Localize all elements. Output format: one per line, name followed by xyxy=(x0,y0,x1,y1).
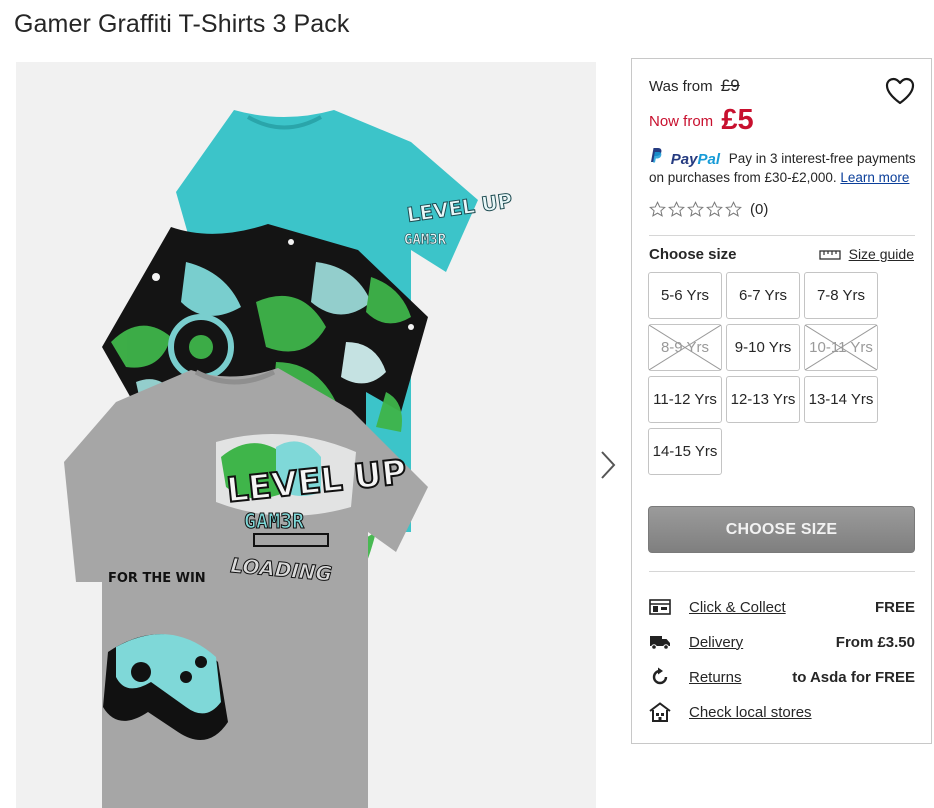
choose-size-button[interactable]: CHOOSE SIZE xyxy=(648,506,915,553)
divider xyxy=(649,571,915,572)
grey-shirt xyxy=(64,368,428,808)
size-option[interactable]: 10-11 Yrs xyxy=(804,324,878,371)
choose-size-label: Choose size xyxy=(649,246,737,263)
click-collect-value: FREE xyxy=(874,598,915,616)
size-option-label: 14-15 Yrs xyxy=(652,443,718,460)
was-price-row: Was from £9 xyxy=(649,76,740,96)
star-empty-icon xyxy=(725,201,742,217)
divider xyxy=(649,235,915,236)
size-guide-link[interactable]: Size guide xyxy=(818,246,914,262)
delivery-link[interactable]: Delivery xyxy=(689,634,836,651)
truck-icon xyxy=(649,632,671,652)
size-options: 5-6 Yrs 6-7 Yrs 7-8 Yrs 8-9 Yrs 9-10 Yrs 10-1… xyxy=(648,272,882,475)
returns-value: to Asda for FREE xyxy=(792,668,915,686)
size-option[interactable]: 14-15 Yrs xyxy=(648,428,722,475)
now-price-row: Now from £5 xyxy=(649,101,754,136)
size-option[interactable]: 12-13 Yrs xyxy=(726,376,800,423)
teal-print-sub: GAM3R xyxy=(404,232,447,248)
service-returns: Returns to Asda for FREE xyxy=(649,666,915,688)
now-label: Now from xyxy=(649,113,714,130)
product-image[interactable]: LEVEL UP GAM3R LEVEL UP GAM3R LOADING FO… xyxy=(16,62,596,808)
returns-link[interactable]: Returns xyxy=(689,669,792,686)
paypal-message: Pay Pal Pay in 3 interest-free payments o… xyxy=(649,147,924,187)
size-option-label: 6-7 Yrs xyxy=(738,287,788,304)
size-option-label: 13-14 Yrs xyxy=(808,391,874,408)
store-icon xyxy=(649,597,671,617)
size-option[interactable]: 8-9 Yrs xyxy=(648,324,722,371)
was-label: Was from xyxy=(649,78,713,95)
rating-count: (0) xyxy=(750,201,769,218)
size-option[interactable]: 6-7 Yrs xyxy=(726,272,800,319)
heart-icon xyxy=(885,77,915,105)
size-option[interactable]: 5-6 Yrs xyxy=(648,272,722,319)
size-option-label: 9-10 Yrs xyxy=(734,339,792,356)
paypal-icon xyxy=(651,148,662,163)
grey-print-side: FOR THE WIN xyxy=(108,571,206,586)
ruler-icon xyxy=(818,250,841,260)
local-store-icon xyxy=(649,702,671,722)
service-click-collect: Click & Collect FREE xyxy=(649,596,915,618)
delivery-value: From £3.50 xyxy=(835,633,915,651)
service-local-stores: Check local stores xyxy=(649,701,915,723)
star-empty-icon xyxy=(687,201,704,217)
page-title: Gamer Graffiti T-Shirts 3 Pack xyxy=(14,10,350,38)
service-delivery: Delivery From £3.50 xyxy=(649,631,915,653)
size-option-label: 11-12 Yrs xyxy=(653,391,717,408)
size-option-label: 7-8 Yrs xyxy=(816,287,866,304)
returns-icon xyxy=(649,667,671,687)
chevron-right-icon xyxy=(601,451,616,479)
now-price: £5 xyxy=(721,104,754,136)
size-option[interactable]: 11-12 Yrs xyxy=(648,376,722,423)
product-photo: LEVEL UP GAM3R LEVEL UP GAM3R LOADING FO… xyxy=(64,110,514,808)
next-image-arrow[interactable] xyxy=(596,448,620,482)
unavailable-cross-icon xyxy=(805,325,877,370)
rating-stars[interactable]: (0) xyxy=(649,201,768,218)
size-option-label: 5-6 Yrs xyxy=(660,287,710,304)
size-option-label: 12-13 Yrs xyxy=(730,391,796,408)
size-option[interactable]: 9-10 Yrs xyxy=(726,324,800,371)
paypal-logo: Pay Pal xyxy=(670,151,720,168)
was-price: £9 xyxy=(720,76,740,95)
purchase-panel: Was from £9 Now from £5 Pay Pal Pay in 3 … xyxy=(631,58,932,744)
star-empty-icon xyxy=(649,201,666,217)
size-option[interactable]: 7-8 Yrs xyxy=(804,272,878,319)
size-option[interactable]: 13-14 Yrs xyxy=(804,376,878,423)
wishlist-button[interactable] xyxy=(885,77,915,105)
learn-more-link[interactable]: Learn more xyxy=(840,170,909,185)
grey-print-sub: GAM3R xyxy=(244,509,305,533)
star-empty-icon xyxy=(668,201,685,217)
unavailable-cross-icon xyxy=(649,325,721,370)
click-collect-link[interactable]: Click & Collect xyxy=(689,599,875,616)
check-local-stores-link[interactable]: Check local stores xyxy=(689,704,915,721)
star-empty-icon xyxy=(706,201,723,217)
